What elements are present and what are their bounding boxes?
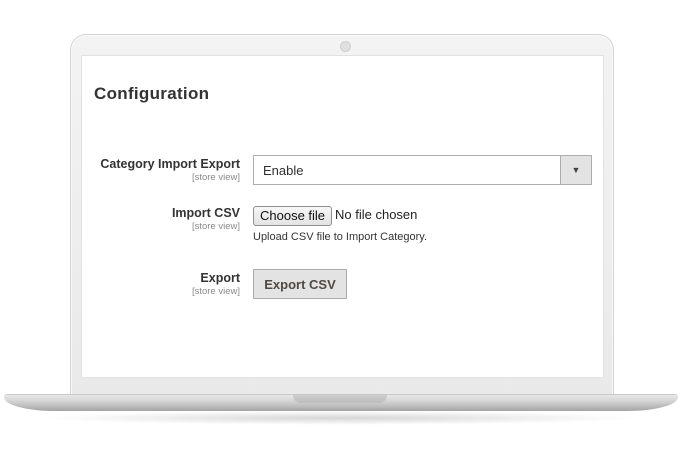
scope-label: [store view] (191, 221, 240, 232)
choose-file-button[interactable]: Choose file (253, 206, 333, 226)
label-column: Import CSV [store view] (82, 206, 240, 233)
export-label: Export (200, 271, 240, 285)
page-title: Configuration (94, 84, 210, 103)
laptop-shadow (40, 411, 640, 425)
laptop-notch (293, 395, 387, 403)
scope-label: [store view] (191, 172, 240, 183)
export-csv-button[interactable]: Export CSV (253, 269, 347, 299)
import-csv-label: Import CSV (171, 206, 240, 220)
category-import-export-label: Category Import Export (100, 157, 240, 171)
caret-down-icon[interactable]: ▼ (560, 156, 591, 184)
select-value: Enable (263, 163, 304, 178)
file-status-text: No file chosen (335, 207, 418, 222)
label-column: Export [store view] (82, 271, 240, 298)
import-csv-note: Upload CSV file to Import Category. (253, 231, 428, 243)
laptop-screen: Configuration Category Import Export [st… (81, 55, 604, 378)
camera-icon (340, 41, 351, 52)
category-import-export-select[interactable]: Enable ▼ (253, 155, 592, 185)
label-column: Category Import Export [store view] (82, 157, 240, 184)
scope-label: [store view] (191, 286, 240, 297)
